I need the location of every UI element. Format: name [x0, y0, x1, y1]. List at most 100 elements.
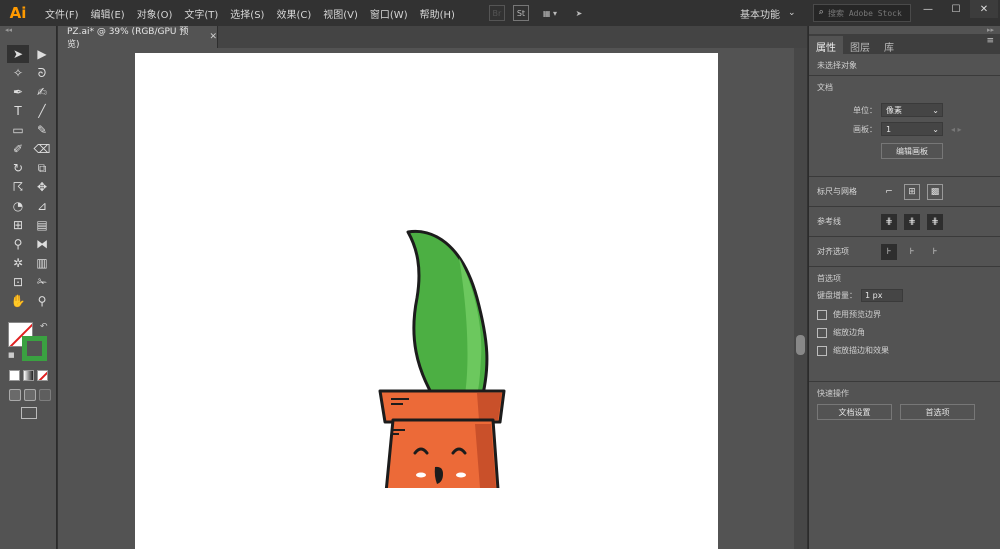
units-select[interactable]: 像素 ⌄	[881, 103, 943, 117]
artboard[interactable]	[135, 53, 718, 549]
tab-layers[interactable]: 图层	[843, 36, 877, 54]
panel-menu-icon[interactable]: ≡	[986, 36, 994, 46]
menu-file[interactable]: 文件(F)	[39, 0, 85, 26]
snap-to-grid-icon[interactable]: ⊦	[927, 244, 943, 260]
menu-effect[interactable]: 效果(C)	[270, 0, 317, 26]
potted-plant-artwork[interactable]	[377, 198, 507, 488]
ruler-icon[interactable]: ⌐	[881, 184, 897, 200]
show-guides-icon[interactable]: ⋕	[881, 214, 897, 230]
menu-object[interactable]: 对象(O)	[131, 0, 179, 26]
zoom-tool-icon[interactable]: ⚲	[31, 292, 53, 310]
menu-select[interactable]: 选择(S)	[224, 0, 270, 26]
draw-inside-icon[interactable]	[39, 389, 51, 401]
panel-grip-icon[interactable]: ◂◂	[0, 26, 56, 36]
menubar-icons: Br St ▦ ▾ ➤	[489, 5, 587, 21]
curvature-tool-icon[interactable]: ✍	[31, 83, 53, 101]
close-tab-icon[interactable]: ✕	[209, 32, 217, 42]
arrange-documents-icon[interactable]: ▦ ▾	[537, 5, 563, 21]
scrollbar-thumb[interactable]	[796, 335, 805, 355]
stock-icon[interactable]: St	[513, 5, 529, 21]
scale-strokes-label: 缩放描边和效果	[833, 345, 889, 356]
lasso-tool-icon[interactable]: ᘐ	[31, 64, 53, 82]
artboard-nav-arrows-icon[interactable]: ◂ ▸	[951, 125, 962, 134]
stroke-swatch[interactable]	[22, 336, 47, 361]
scale-strokes-checkbox[interactable]: 缩放描边和效果	[817, 345, 992, 356]
gradient-tool-icon[interactable]: ▤	[31, 216, 53, 234]
checkbox-box[interactable]	[817, 328, 827, 338]
none-mode-button[interactable]	[37, 370, 48, 381]
draw-behind-icon[interactable]	[24, 389, 36, 401]
rectangle-tool-icon[interactable]: ▭	[7, 121, 29, 139]
tab-strip	[218, 26, 807, 48]
quick-actions-section: 快速操作 文档设置 首选项	[809, 382, 1000, 426]
shape-builder-tool-icon[interactable]: ◔	[7, 197, 29, 215]
artboard-select[interactable]: 1 ⌄	[881, 122, 943, 136]
line-segment-tool-icon[interactable]: ╱	[31, 102, 53, 120]
guides-label: 参考线	[817, 216, 881, 227]
paintbrush-tool-icon[interactable]: ✎	[31, 121, 53, 139]
draw-mode-row	[9, 389, 51, 401]
checkbox-box[interactable]	[817, 346, 827, 356]
menu-window[interactable]: 窗口(W)	[364, 0, 414, 26]
shaper-tool-icon[interactable]: ✐	[7, 140, 29, 158]
bridge-icon[interactable]: Br	[489, 5, 505, 21]
mesh-tool-icon[interactable]: ⊞	[7, 216, 29, 234]
illustrator-logo: Ai	[3, 2, 33, 24]
grid-icon[interactable]: ⊞	[904, 184, 920, 200]
direct-selection-tool-icon[interactable]: ▶	[31, 45, 53, 63]
default-fill-stroke-icon[interactable]: ■	[8, 351, 15, 359]
menu-edit[interactable]: 编辑(E)	[85, 0, 131, 26]
vertical-scrollbar[interactable]	[794, 48, 807, 549]
column-graph-tool-icon[interactable]: ▥	[31, 254, 53, 272]
screen-mode-icon[interactable]	[21, 407, 37, 419]
minimize-button[interactable]: —	[914, 0, 942, 18]
keyboard-increment-input[interactable]: 1 px	[861, 289, 903, 302]
puppet-warp-tool-icon[interactable]: ✥	[31, 178, 53, 196]
tab-libraries[interactable]: 库	[877, 36, 901, 54]
menu-view[interactable]: 视图(V)	[317, 0, 364, 26]
selection-tool-icon[interactable]: ➤	[7, 45, 29, 63]
pen-tool-icon[interactable]: ✒	[7, 83, 29, 101]
menu-type[interactable]: 文字(T)	[178, 0, 224, 26]
scale-corners-checkbox[interactable]: 缩放边角	[817, 327, 992, 338]
gpu-performance-icon[interactable]: ➤	[571, 5, 587, 21]
draw-normal-icon[interactable]	[9, 389, 21, 401]
lock-guides-icon[interactable]: ⋕	[904, 214, 920, 230]
edit-artboards-button[interactable]: 编辑画板	[881, 143, 943, 159]
rotate-tool-icon[interactable]: ↻	[7, 159, 29, 177]
panel-collapse-icon[interactable]: ▸▸	[809, 26, 1000, 34]
document-tab[interactable]: PZ.ai* @ 39% (RGB/GPU 预览) ✕	[58, 26, 218, 48]
menu-help[interactable]: 帮助(H)	[414, 0, 461, 26]
slice-tool-icon[interactable]: ✁	[31, 273, 53, 291]
document-setup-button[interactable]: 文档设置	[817, 404, 892, 420]
gradient-mode-button[interactable]	[23, 370, 34, 381]
hand-tool-icon[interactable]: ✋	[7, 292, 29, 310]
close-button[interactable]: ✕	[970, 0, 998, 18]
transparency-grid-icon[interactable]: ▩	[927, 184, 943, 200]
snap-to-pixel-icon[interactable]: ⊦	[904, 244, 920, 260]
symbol-sprayer-tool-icon[interactable]: ✲	[7, 254, 29, 272]
artboard-tool-icon[interactable]: ⊡	[7, 273, 29, 291]
magic-wand-tool-icon[interactable]: ✧	[7, 64, 29, 82]
preferences-section: 首选项 键盘增量： 1 px 使用预览边界 缩放边角 缩放描边和效果	[809, 267, 1000, 382]
snap-options-label: 对齐选项	[817, 246, 881, 257]
maximize-button[interactable]: ☐	[942, 0, 970, 18]
snap-to-point-icon[interactable]: ⊦	[881, 244, 897, 260]
use-preview-bounds-label: 使用预览边界	[833, 309, 881, 320]
search-stock-input[interactable]: ⌕ 搜索 Adobe Stock	[813, 4, 911, 22]
blend-tool-icon[interactable]: ⧓	[31, 235, 53, 253]
type-tool-icon[interactable]: T	[7, 102, 29, 120]
smart-guides-icon[interactable]: ⋕	[927, 214, 943, 230]
eyedropper-tool-icon[interactable]: ⚲	[7, 235, 29, 253]
preferences-button[interactable]: 首选项	[900, 404, 975, 420]
eraser-tool-icon[interactable]: ⌫	[31, 140, 53, 158]
use-preview-bounds-checkbox[interactable]: 使用预览边界	[817, 309, 992, 320]
tab-properties[interactable]: 属性	[809, 36, 843, 54]
color-mode-button[interactable]	[9, 370, 20, 381]
workspace-switcher[interactable]: 基本功能 ⌄	[740, 0, 796, 26]
checkbox-box[interactable]	[817, 310, 827, 320]
swap-fill-stroke-icon[interactable]: ↶	[40, 322, 48, 332]
scale-tool-icon[interactable]: ⧉	[31, 159, 53, 177]
warp-tool-icon[interactable]: ☈	[7, 178, 29, 196]
perspective-grid-tool-icon[interactable]: ⊿	[31, 197, 53, 215]
